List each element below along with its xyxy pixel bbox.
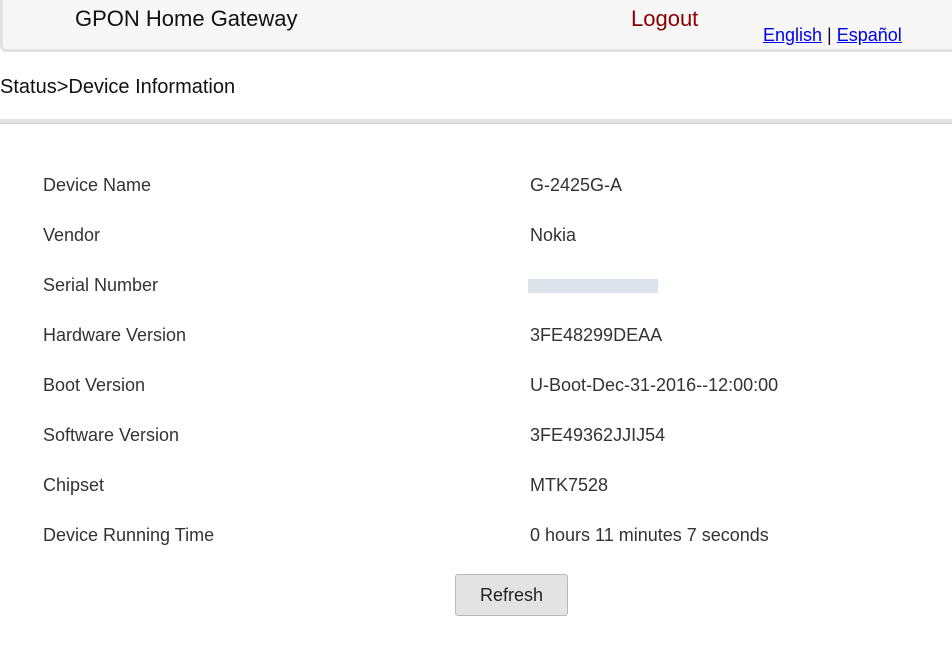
section-divider bbox=[0, 119, 952, 124]
info-row-software-version: Software Version 3FE49362JJIJ54 bbox=[0, 410, 952, 460]
info-label: Serial Number bbox=[43, 275, 159, 295]
info-row-vendor: Vendor Nokia bbox=[0, 210, 952, 260]
app-title: GPON Home Gateway bbox=[75, 6, 298, 31]
device-info-table: Device Name G-2425G-A Vendor Nokia Seria… bbox=[0, 160, 952, 560]
info-row-running-time: Device Running Time 0 hours 11 minutes 7… bbox=[0, 510, 952, 560]
info-label: Boot Version bbox=[43, 375, 146, 395]
language-switcher: English | Español bbox=[763, 25, 902, 46]
info-value: MTK7528 bbox=[530, 475, 609, 495]
info-value: 3FE48299DEAA bbox=[530, 325, 663, 345]
info-row-serial-number: Serial Number bbox=[0, 260, 952, 310]
info-label: Hardware Version bbox=[43, 325, 187, 345]
redacted-serial-value bbox=[528, 279, 658, 293]
info-label: Vendor bbox=[43, 225, 101, 245]
breadcrumb: Status>Device Information bbox=[0, 76, 236, 98]
info-value: U-Boot-Dec-31-2016--12:00:00 bbox=[530, 375, 779, 395]
info-value: 3FE49362JJIJ54 bbox=[530, 425, 666, 445]
info-value: Nokia bbox=[530, 225, 577, 245]
language-separator: | bbox=[827, 25, 832, 45]
info-row-device-name: Device Name G-2425G-A bbox=[0, 160, 952, 210]
info-row-boot-version: Boot Version U-Boot-Dec-31-2016--12:00:0… bbox=[0, 360, 952, 410]
info-row-hardware-version: Hardware Version 3FE48299DEAA bbox=[0, 310, 952, 360]
info-value: G-2425G-A bbox=[530, 175, 623, 195]
info-label: Device Name bbox=[43, 175, 152, 195]
language-spanish-link[interactable]: Español bbox=[837, 25, 902, 45]
header-bar: GPON Home Gateway Logout English | Español bbox=[0, 0, 952, 54]
info-value: 0 hours 11 minutes 7 seconds bbox=[530, 525, 769, 545]
language-english-link[interactable]: English bbox=[763, 25, 822, 45]
info-label: Software Version bbox=[43, 425, 180, 445]
refresh-button[interactable]: Refresh bbox=[455, 574, 568, 616]
info-label: Device Running Time bbox=[43, 525, 215, 545]
info-row-chipset: Chipset MTK7528 bbox=[0, 460, 952, 510]
logout-link[interactable]: Logout bbox=[631, 6, 698, 32]
page: GPON Home Gateway Logout English | Español… bbox=[0, 0, 952, 660]
info-label: Chipset bbox=[43, 475, 105, 495]
